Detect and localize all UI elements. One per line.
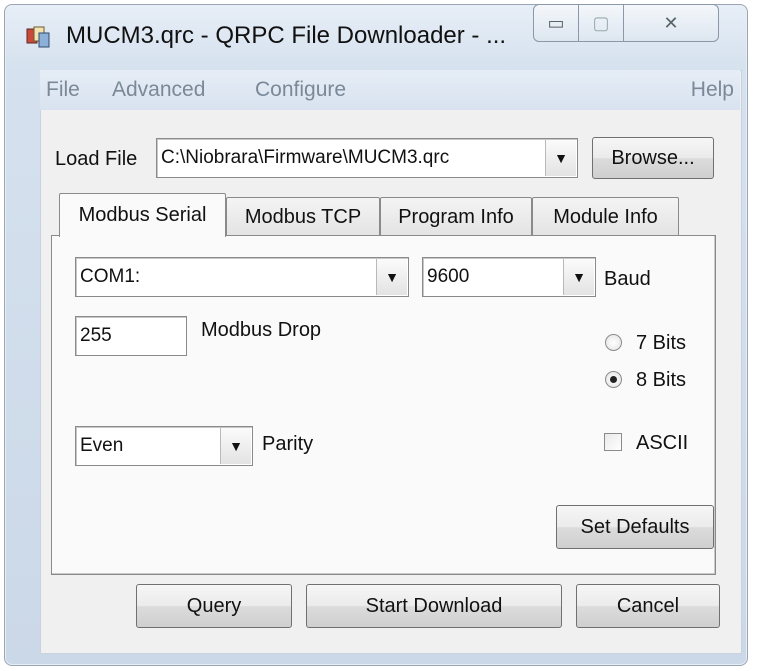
chevron-down-icon[interactable]: ▼: [563, 259, 594, 295]
close-button[interactable]: ✕: [623, 4, 719, 42]
title-bar[interactable]: MUCM3.qrc - QRPC File Downloader - ... ▭…: [0, 0, 742, 64]
ascii-checkbox[interactable]: [604, 433, 622, 451]
close-icon: ✕: [663, 12, 679, 33]
parity-label: Parity: [262, 433, 314, 455]
load-file-label: Load File: [55, 148, 138, 170]
query-button[interactable]: Query: [136, 584, 292, 628]
browse-label: Browse...: [611, 146, 695, 169]
parity-select[interactable]: Even ▼: [75, 426, 253, 466]
cancel-label: Cancel: [616, 594, 680, 617]
start-download-button[interactable]: Start Download: [306, 584, 562, 628]
set-defaults-label: Set Defaults: [580, 515, 690, 538]
com-port-select[interactable]: COM1: ▼: [75, 257, 409, 297]
modbus-drop-value: 255: [80, 325, 112, 346]
radio-8-bits[interactable]: [605, 371, 622, 388]
query-label: Query: [186, 594, 242, 617]
modbus-drop-label: Modbus Drop: [201, 319, 322, 341]
set-defaults-button[interactable]: Set Defaults: [556, 505, 714, 549]
maximize-icon: ▢: [592, 12, 610, 33]
tab-modbus-tcp[interactable]: Modbus TCP: [226, 197, 380, 236]
tab-modbus-serial[interactable]: Modbus Serial: [59, 193, 226, 237]
chevron-down-icon[interactable]: ▼: [220, 428, 251, 464]
window-title: MUCM3.qrc - QRPC File Downloader - ...: [66, 22, 507, 49]
load-file-combobox[interactable]: C:\Niobrara\Firmware\MUCM3.qrc ▼: [156, 138, 578, 178]
radio-7-bits-label: 7 Bits: [636, 332, 687, 354]
ascii-label: ASCII: [636, 432, 689, 454]
app-icon: [26, 26, 50, 48]
radio-7-bits[interactable]: [605, 334, 622, 351]
baud-label: Baud: [604, 268, 651, 290]
chevron-down-icon[interactable]: ▼: [545, 140, 576, 176]
tab-label: Program Info: [398, 205, 514, 228]
menu-bar: File Advanced Configure Help: [40, 70, 740, 110]
parity-value: Even: [80, 435, 124, 456]
com-port-value: COM1:: [80, 266, 141, 287]
tab-label: Modbus Serial: [78, 204, 207, 226]
tab-label: Modbus TCP: [244, 205, 362, 228]
baud-select[interactable]: 9600 ▼: [422, 257, 596, 297]
menu-configure[interactable]: Configure: [255, 78, 346, 102]
minimize-icon: ▭: [547, 12, 565, 33]
cancel-button[interactable]: Cancel: [576, 584, 720, 628]
radio-selected-dot: [610, 376, 617, 383]
tab-program-info[interactable]: Program Info: [380, 197, 532, 236]
modbus-drop-input[interactable]: 255: [75, 316, 187, 356]
menu-help[interactable]: Help: [691, 78, 734, 102]
menu-advanced[interactable]: Advanced: [112, 78, 205, 102]
load-file-path: C:\Niobrara\Firmware\MUCM3.qrc: [161, 147, 450, 168]
menu-file[interactable]: File: [46, 78, 80, 102]
maximize-button[interactable]: ▢: [578, 4, 624, 42]
tab-label: Module Info: [553, 205, 658, 228]
start-download-label: Start Download: [365, 594, 503, 617]
chevron-down-icon[interactable]: ▼: [376, 259, 407, 295]
minimize-button[interactable]: ▭: [533, 4, 579, 42]
baud-value: 9600: [427, 266, 470, 287]
browse-button[interactable]: Browse...: [592, 137, 714, 179]
radio-8-bits-label: 8 Bits: [636, 369, 687, 391]
tab-module-info[interactable]: Module Info: [532, 197, 679, 236]
